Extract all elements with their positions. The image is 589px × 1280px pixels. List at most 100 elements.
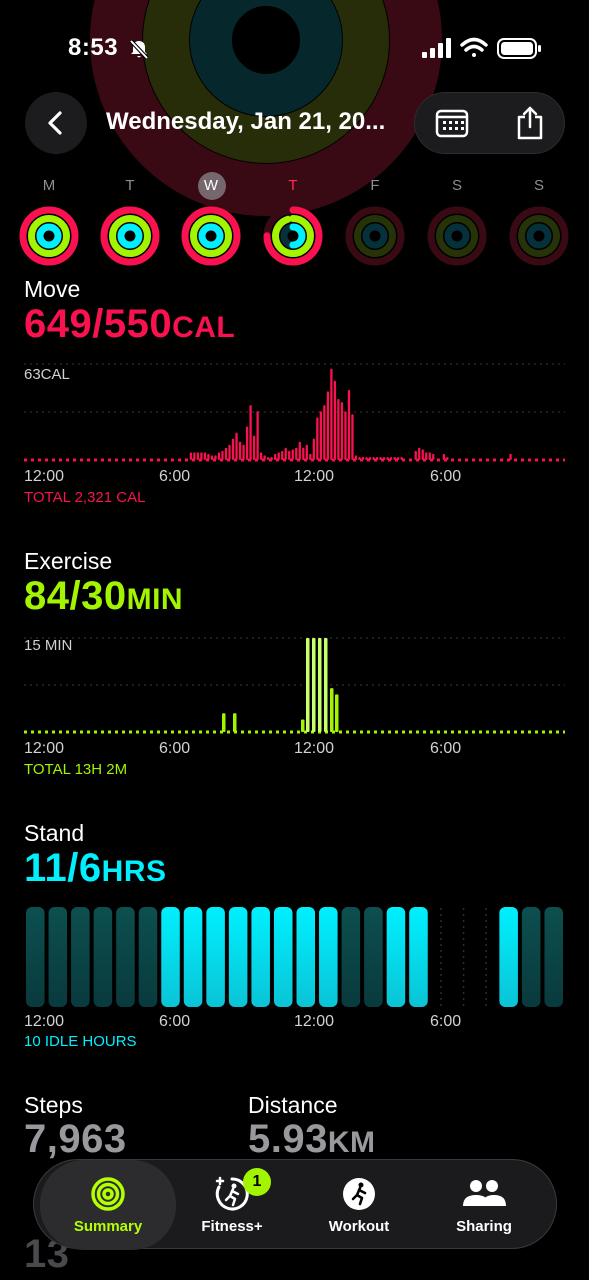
chart-bar (235, 432, 238, 460)
chart-bar (196, 452, 200, 460)
stand-hour-bar (206, 907, 225, 1007)
distance-label: Distance (248, 1092, 338, 1118)
tab-sharing[interactable]: Sharing (434, 1160, 534, 1250)
chart-bar (330, 368, 333, 460)
day-activity-ring[interactable] (426, 205, 488, 267)
status-time: 8:53 (68, 34, 119, 61)
chart-bar (316, 417, 319, 460)
tab-summary[interactable]: Summary (40, 1160, 176, 1250)
chart-bar (358, 456, 361, 460)
stand-hour-bar (319, 907, 338, 1007)
chart-bar (259, 452, 263, 460)
move-unit: CAL (172, 311, 236, 344)
stand-hour-bar (341, 907, 361, 1007)
chart-bar (382, 456, 386, 460)
chart-bar (245, 426, 249, 460)
stand-hour-bar (499, 907, 518, 1007)
day-activity-ring[interactable] (344, 205, 406, 267)
summary-rings-icon (91, 1176, 125, 1211)
stand-hour-bar (251, 907, 270, 1007)
battery-icon (497, 38, 541, 59)
chart-bar (298, 441, 301, 460)
chart-bar (263, 455, 266, 460)
weekday-label: T (288, 177, 298, 194)
wifi-icon (460, 37, 488, 57)
steps-value: 7,963 (24, 1117, 127, 1161)
calendar-button[interactable] (417, 93, 487, 153)
weekday-label: F (370, 177, 380, 194)
steps-label: Steps (24, 1092, 83, 1118)
distance-value-number: 5.93 (248, 1117, 328, 1161)
day-activity-ring[interactable] (99, 205, 161, 267)
exercise-tick-2: 6:00 (159, 740, 191, 757)
tab-sharing-label: Sharing (456, 1217, 512, 1235)
chart-bar (249, 405, 252, 460)
chart-bar (442, 453, 445, 460)
chart-bar (414, 450, 417, 460)
weekday-label: M (42, 177, 56, 194)
chart-bar (306, 638, 310, 732)
day-activity-ring[interactable] (180, 205, 242, 267)
chart-bar (509, 453, 512, 460)
stand-hour-bar (544, 907, 563, 1007)
chart-bar (231, 438, 235, 460)
chart-bar (200, 452, 203, 460)
stand-hour-bar (71, 907, 90, 1007)
chart-bar (330, 688, 334, 732)
stand-tick-2: 6:00 (159, 1013, 191, 1030)
chart-bar (238, 441, 242, 460)
back-button[interactable] (25, 92, 87, 154)
chart-bar (256, 411, 259, 460)
chart-bar (252, 435, 256, 460)
exercise-tick-3: 12:00 (294, 740, 335, 757)
stand-hour-bar (138, 907, 158, 1007)
stand-hour-bar (521, 907, 541, 1007)
distance-value: 5.93KM (248, 1117, 376, 1162)
exercise-max-label: 15 MIN (24, 637, 73, 654)
sharing-people-icon (463, 1179, 506, 1206)
chart-bar (302, 447, 305, 460)
chart-bar (210, 455, 214, 460)
share-button[interactable] (495, 93, 565, 153)
chart-bar (319, 411, 323, 460)
chart-bar (221, 450, 224, 460)
day-activity-ring[interactable] (508, 205, 570, 267)
chart-bar (379, 456, 382, 460)
chart-bar (365, 456, 368, 460)
chart-bar (305, 444, 308, 460)
chart-bar (333, 380, 337, 460)
chart-bar (324, 638, 328, 732)
chart-bar (396, 456, 400, 460)
workout-runner-icon (343, 1177, 375, 1210)
stand-value: 11/6HRS (24, 846, 167, 891)
chart-bar (347, 389, 351, 460)
stand-hour-bar (93, 907, 113, 1007)
chart-bar (242, 444, 245, 460)
exercise-chart (24, 637, 565, 734)
stand-hour-bar (273, 907, 293, 1007)
chart-bar (266, 456, 270, 460)
day-activity-ring[interactable] (18, 205, 80, 267)
move-tick-1: 12:00 (24, 468, 65, 485)
stand-tick-1: 12:00 (24, 1013, 65, 1030)
chart-bar (284, 447, 287, 460)
stand-unit: HRS (101, 855, 167, 888)
chart-bar (428, 452, 431, 460)
chart-bar (281, 450, 284, 460)
chart-bar (400, 456, 403, 460)
distance-unit: KM (327, 1126, 376, 1159)
move-value-number: 649/550 (24, 302, 173, 346)
day-activity-ring[interactable] (262, 205, 324, 267)
weekday-label: T (125, 177, 135, 194)
chart-bar (446, 456, 449, 460)
chart-bar (323, 405, 326, 460)
chart-bar (372, 456, 375, 460)
move-label: Move (24, 276, 81, 302)
tab-workout[interactable]: Workout (304, 1160, 414, 1250)
weekday-label: S (533, 177, 544, 194)
move-tick-2: 6:00 (159, 468, 191, 485)
chart-bar (207, 453, 210, 460)
weekday-label: W (203, 177, 219, 194)
chart-bar (291, 449, 294, 460)
chart-bar (326, 391, 330, 460)
